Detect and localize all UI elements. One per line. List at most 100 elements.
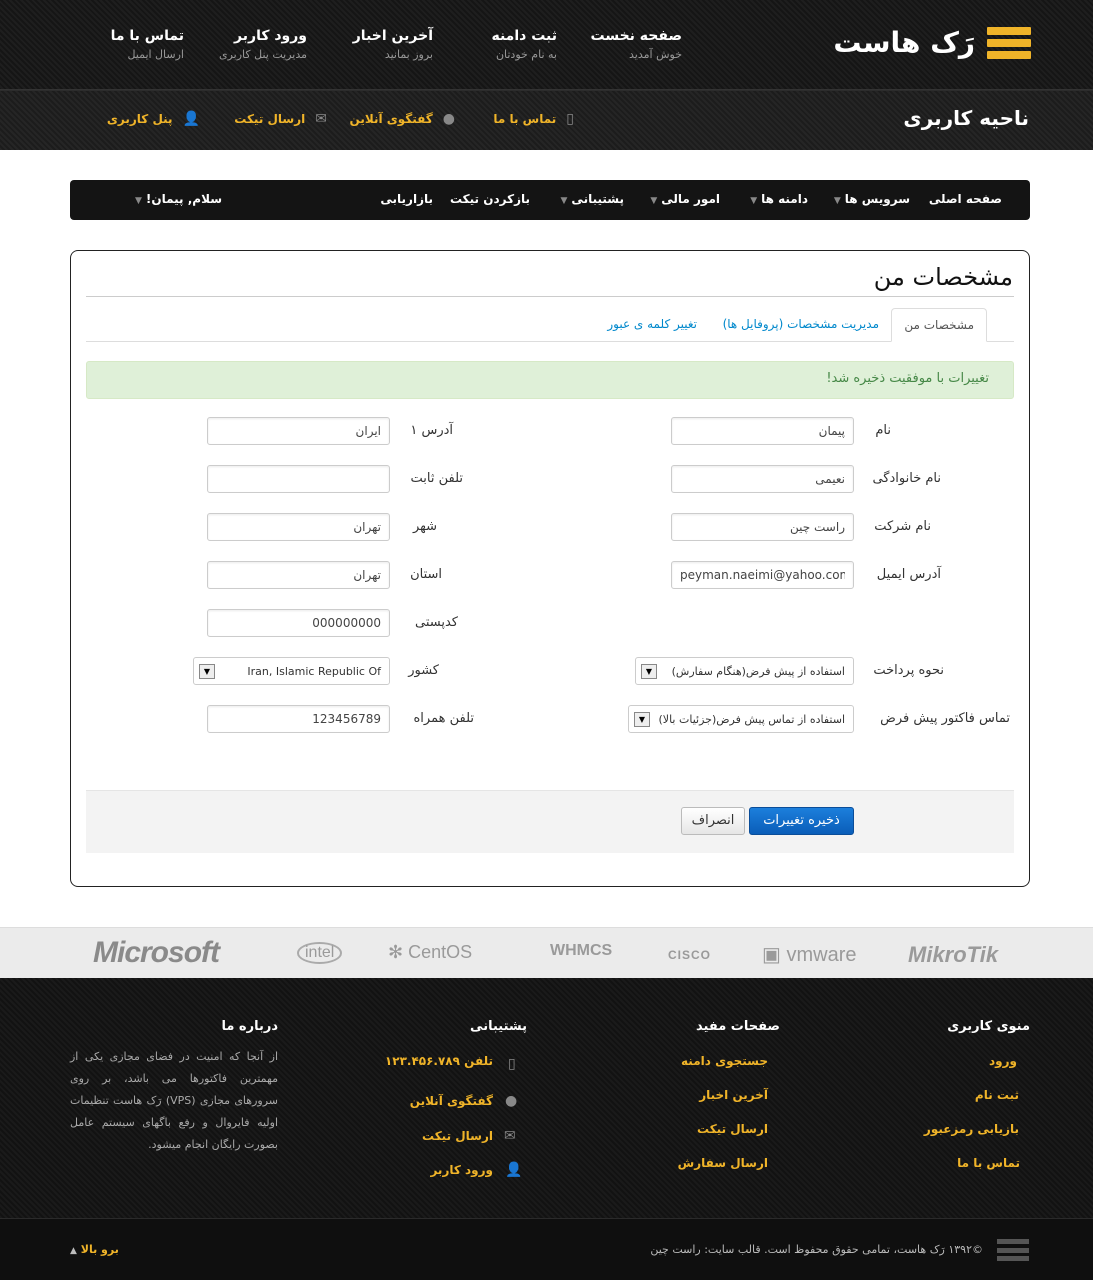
menu-item-billing-label: امور مالی: [661, 192, 720, 206]
success-alert: تغییرات با موفقیت ذخیره شد!: [86, 361, 1014, 399]
phone-field[interactable]: [207, 465, 390, 493]
centos-gear-icon: ✻: [388, 942, 404, 962]
brand-name: رَک هاست: [833, 26, 975, 59]
city-field[interactable]: [207, 513, 390, 541]
greeting-label: سلام, پیمان!: [145, 192, 222, 206]
menu-item-open-ticket-label: بازکردن تیکت: [449, 192, 530, 206]
menu-item-services-label: سرویس ها: [844, 192, 910, 206]
top-navigation: رَک هاست صفحه نخست خوش آمدید ثبت دامنه ب…: [0, 0, 1093, 90]
back-to-top-link[interactable]: برو بالا ▲: [70, 1243, 119, 1256]
back-to-top-label: برو بالا: [80, 1243, 119, 1256]
user-icon: 👤: [505, 1162, 523, 1178]
top-nav-contact-title: تماس با ما: [110, 28, 184, 44]
footer-link-ticket[interactable]: ارسال تیکت: [697, 1122, 768, 1136]
top-nav-contact-subtitle: ارسال ایمیل: [127, 48, 184, 61]
payment-method-select[interactable]: استفاده از پیش فرض(هنگام سفارش) ▼: [635, 657, 854, 685]
menu-item-open-ticket[interactable]: بازکردن تیکت: [450, 192, 530, 206]
footer-useful-title: صفحات مفید: [696, 1019, 780, 1034]
site-logo[interactable]: رَک هاست: [833, 27, 1031, 59]
top-nav-home[interactable]: صفحه نخست خوش آمدید: [591, 28, 682, 61]
top-nav-contact[interactable]: تماس با ما ارسال ایمیل: [111, 28, 184, 61]
footer-link-register[interactable]: ثبت نام: [975, 1088, 1019, 1102]
country-select[interactable]: Iran, Islamic Republic Of ▼: [193, 657, 390, 685]
top-nav-login[interactable]: ورود کاربر مدیریت پنل کاربری: [219, 28, 307, 61]
menu-item-support[interactable]: پشتیبانی▼: [561, 192, 625, 206]
main-menu: صفحه اصلی سرویس ها▼ دامنه ها▼ امور مالی▼…: [70, 180, 1030, 220]
phone-icon: ▯: [508, 1056, 516, 1072]
address1-field[interactable]: [207, 417, 390, 445]
whmcs-logo: WHMCS: [550, 942, 613, 959]
chat-icon: ●: [505, 1093, 518, 1109]
subbar-chat-link[interactable]: ● گفتگوی آنلاین: [350, 111, 455, 127]
postcode-label: کدپستی: [415, 615, 458, 630]
subbar-contact-label: تماس با ما: [493, 112, 557, 126]
country-label: کشور: [408, 663, 439, 678]
menu-item-domains[interactable]: دامنه ها▼: [750, 192, 808, 206]
footer-link-order[interactable]: ارسال سفارش: [678, 1156, 768, 1170]
state-label: استان: [410, 567, 442, 582]
client-area-title: ناحیه کاربری: [903, 106, 1029, 130]
last-name-field[interactable]: [671, 465, 854, 493]
dropdown-arrow-icon: ▼: [199, 664, 215, 679]
state-field[interactable]: [207, 561, 390, 589]
footer-link-live-chat[interactable]: گفتگوی آنلاین: [410, 1094, 493, 1108]
footer-link-login[interactable]: ورود: [989, 1054, 1017, 1068]
footer-link-news[interactable]: آخرین اخبار: [699, 1088, 768, 1102]
chevron-down-icon: ▼: [560, 196, 568, 206]
footer-phone: تلفن ۱۲۳.۴۵۶.۷۸۹: [384, 1054, 493, 1068]
menu-item-home[interactable]: صفحه اصلی: [929, 192, 1002, 206]
payment-method-value: استفاده از پیش فرض(هنگام سفارش): [671, 665, 845, 678]
mobile-field[interactable]: [207, 705, 390, 733]
vmware-logo-text: vmware: [786, 944, 857, 966]
menu-item-billing[interactable]: امور مالی▼: [650, 192, 720, 206]
phone-label: تلفن ثابت: [410, 471, 464, 486]
cancel-button[interactable]: انصراف: [681, 807, 745, 835]
invoice-contact-select[interactable]: استفاده از تماس پیش فرض(جزئیات بالا) ▼: [628, 705, 854, 733]
menu-item-support-label: پشتیبانی: [571, 192, 624, 206]
company-field[interactable]: [671, 513, 854, 541]
subbar-contact-link[interactable]: ▯ تماس با ما: [493, 111, 574, 127]
footer-link-contact[interactable]: تماس با ما: [957, 1156, 1020, 1170]
form-actions: ذخیره تغییرات انصراف: [86, 790, 1014, 853]
invoice-contact-label: تماس فاکتور پیش فرض: [880, 711, 1010, 726]
save-button[interactable]: ذخیره تغییرات: [749, 807, 854, 835]
subbar-ticket-label: ارسال تیکت: [234, 112, 306, 126]
subbar-panel-link[interactable]: 👤 پنل کاربری: [107, 111, 200, 127]
title-divider: [86, 296, 1014, 297]
menu-item-home-label: صفحه اصلی: [928, 192, 1002, 206]
menu-item-affiliates-label: بازاریابی: [380, 192, 433, 206]
top-nav-news[interactable]: آخرین اخبار بروز بمانید: [353, 28, 433, 61]
address1-label: آدرس ۱: [410, 423, 453, 438]
first-name-label: نام: [875, 423, 891, 438]
envelope-icon: ✉: [315, 111, 327, 127]
subbar-chat-label: گفتگوی آنلاین: [349, 112, 433, 126]
tab-my-details[interactable]: مشخصات من: [891, 308, 987, 342]
email-label: آدرس ایمیل: [876, 567, 941, 582]
mobile-label: تلفن همراه: [413, 711, 475, 726]
footer-link-send-ticket[interactable]: ارسال تیکت: [422, 1129, 493, 1143]
top-nav-domain[interactable]: ثبت دامنه به نام خودتان: [491, 28, 557, 61]
page-title: مشخصات من: [873, 263, 1013, 291]
top-nav-home-title: صفحه نخست: [590, 28, 682, 44]
last-name-label: نام خانوادگی: [872, 471, 941, 486]
mikrotik-logo: MikroTik: [908, 942, 999, 967]
footer-link-domain-search[interactable]: جستجوی دامنه: [681, 1054, 768, 1068]
top-nav-domain-subtitle: به نام خودتان: [495, 48, 557, 61]
menu-item-domains-label: دامنه ها: [761, 192, 808, 206]
first-name-field[interactable]: [671, 417, 854, 445]
footer-user-menu-title: منوی کاربری: [947, 1019, 1030, 1034]
postcode-field[interactable]: [207, 609, 390, 637]
footer-link-reset-password[interactable]: بازیابی رمزعبور: [924, 1122, 1019, 1136]
tab-change-password[interactable]: تغییر کلمه ی عبور: [595, 308, 709, 342]
footer-bottom-bar: ©۱۳۹۲ رَک هاست، تمامی حقوق محفوظ است. قا…: [0, 1218, 1093, 1280]
top-nav-login-subtitle: مدیریت پنل کاربری: [218, 48, 307, 61]
footer-link-user-login[interactable]: ورود کاربر: [430, 1163, 493, 1177]
email-field[interactable]: [671, 561, 854, 589]
payment-method-label: نحوه پرداخت: [873, 663, 944, 678]
menu-item-services[interactable]: سرویس ها▼: [834, 192, 910, 206]
intel-logo: intel: [297, 942, 343, 964]
tab-manage-contacts[interactable]: مدیریت مشخصات (پروفایل ها): [711, 308, 891, 342]
menu-item-account[interactable]: سلام, پیمان!▼: [135, 192, 222, 206]
subbar-ticket-link[interactable]: ✉ ارسال تیکت: [234, 111, 327, 127]
menu-item-affiliates[interactable]: بازاریابی: [380, 192, 433, 206]
